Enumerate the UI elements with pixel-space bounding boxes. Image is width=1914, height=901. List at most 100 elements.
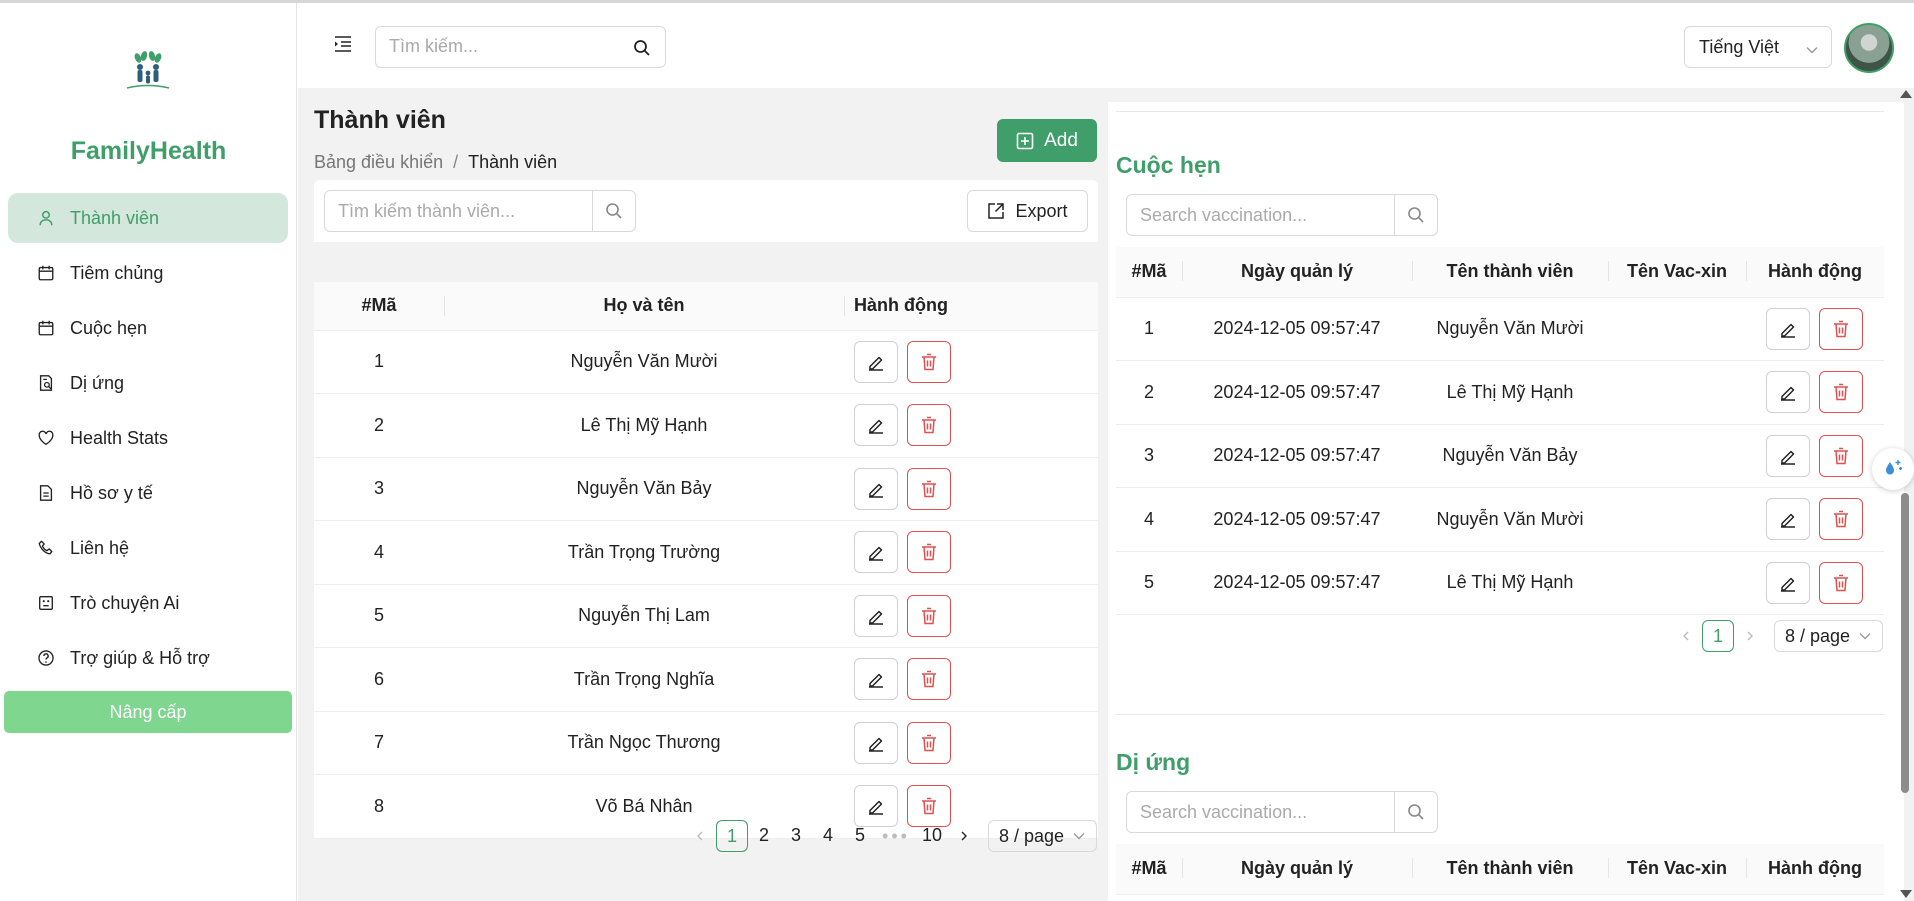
row-actions bbox=[1746, 371, 1884, 414]
breadcrumb-root[interactable]: Bảng điều khiển bbox=[314, 152, 443, 172]
edit-button[interactable] bbox=[854, 721, 898, 764]
export-button[interactable]: Export bbox=[967, 190, 1088, 232]
appointment-search-button[interactable] bbox=[1395, 195, 1437, 235]
chevron-right-icon bbox=[1747, 631, 1753, 641]
appointment-vaccine bbox=[1608, 424, 1746, 488]
scroll-down-arrow-icon[interactable] bbox=[1900, 890, 1912, 898]
appointment-search-input[interactable] bbox=[1127, 195, 1396, 235]
actions-cell bbox=[844, 584, 1098, 648]
page-last[interactable]: 10 bbox=[916, 820, 948, 852]
sidebar-item-allergies[interactable]: Dị ứng bbox=[8, 358, 288, 408]
edit-button[interactable] bbox=[854, 531, 898, 574]
add-member-button[interactable]: Add bbox=[997, 119, 1097, 162]
row-actions bbox=[844, 340, 1098, 383]
sidebar-item-ai-chat[interactable]: Trò chuyện Ai bbox=[8, 578, 288, 628]
page-5[interactable]: 5 bbox=[844, 820, 876, 852]
actions-cell bbox=[844, 330, 1098, 394]
sidebar-item-help-support[interactable]: Trợ giúp & Hỗ trợ bbox=[8, 633, 288, 683]
next-page-button[interactable] bbox=[1734, 620, 1766, 652]
actions-cell bbox=[1746, 551, 1884, 615]
global-search-input[interactable] bbox=[389, 27, 629, 65]
appointment-member: Lê Thị Mỹ Hạnh bbox=[1412, 551, 1608, 615]
allergy-search-input[interactable] bbox=[1127, 792, 1396, 832]
page-2[interactable]: 2 bbox=[748, 820, 780, 852]
edit-icon bbox=[869, 610, 883, 625]
delete-button[interactable] bbox=[1819, 561, 1863, 604]
prev-page-button[interactable] bbox=[1670, 620, 1702, 652]
search-icon bbox=[1408, 207, 1424, 223]
page-1[interactable]: 1 bbox=[1702, 620, 1734, 652]
delete-button[interactable] bbox=[907, 340, 951, 383]
trash-icon bbox=[922, 671, 936, 688]
table-row: 3 Nguyễn Văn Bảy bbox=[314, 457, 1098, 521]
water-drop-sparkle-icon[interactable] bbox=[1872, 448, 1914, 490]
delete-button[interactable] bbox=[907, 404, 951, 447]
vertical-scrollbar[interactable] bbox=[1896, 88, 1914, 901]
appointment-date: 2024-12-05 09:57:47 bbox=[1182, 297, 1412, 361]
edit-icon bbox=[869, 483, 883, 498]
delete-button[interactable] bbox=[907, 594, 951, 637]
page-size-select[interactable]: 8 / page bbox=[988, 820, 1098, 852]
column-header: Tên Vac-xin bbox=[1608, 844, 1746, 895]
page-3[interactable]: 3 bbox=[780, 820, 812, 852]
upgrade-button[interactable]: Nâng cấp bbox=[4, 691, 292, 733]
scrollbar-thumb[interactable] bbox=[1901, 493, 1909, 793]
avatar[interactable] bbox=[1844, 23, 1894, 73]
page-ellipsis[interactable]: ••• bbox=[876, 826, 916, 847]
delete-button[interactable] bbox=[1819, 307, 1863, 350]
delete-button[interactable] bbox=[1819, 498, 1863, 541]
member-search-input[interactable] bbox=[325, 191, 594, 231]
sidebar-item-medical-records[interactable]: Hồ sơ y tế bbox=[8, 468, 288, 518]
appointment-member: Lê Thị Mỹ Hạnh bbox=[1412, 360, 1608, 425]
delete-button[interactable] bbox=[907, 721, 951, 764]
delete-button[interactable] bbox=[907, 531, 951, 574]
edit-button[interactable] bbox=[1766, 307, 1810, 350]
prev-page-button[interactable] bbox=[684, 820, 716, 852]
sidebar-item-appointments[interactable]: Cuộc hẹn bbox=[8, 303, 288, 353]
column-header: Hành động bbox=[1746, 247, 1884, 298]
page-1[interactable]: 1 bbox=[716, 820, 748, 852]
member-id: 6 bbox=[314, 647, 444, 712]
sidebar-item-health-stats[interactable]: Health Stats bbox=[8, 413, 288, 463]
edit-icon bbox=[1781, 450, 1795, 465]
row-actions bbox=[844, 404, 1098, 447]
edit-button[interactable] bbox=[1766, 561, 1810, 604]
member-name: Nguyễn Thị Lam bbox=[444, 584, 844, 648]
table-row: 5 2024-12-05 09:57:47 Lê Thị Mỹ Hạnh bbox=[1116, 551, 1884, 615]
scroll-up-arrow-icon[interactable] bbox=[1900, 90, 1912, 98]
page-4[interactable]: 4 bbox=[812, 820, 844, 852]
member-name: Trần Trọng Nghĩa bbox=[444, 647, 844, 712]
next-page-button[interactable] bbox=[948, 820, 980, 852]
help-icon bbox=[36, 648, 56, 668]
sidebar-item-contact[interactable]: Liên hệ bbox=[8, 523, 288, 573]
edit-button[interactable] bbox=[1766, 371, 1810, 414]
edit-button[interactable] bbox=[1766, 498, 1810, 541]
member-search-button[interactable] bbox=[593, 191, 635, 231]
edit-button[interactable] bbox=[854, 340, 898, 383]
edit-button[interactable] bbox=[854, 594, 898, 637]
appointment-id: 2 bbox=[1116, 360, 1182, 425]
delete-button[interactable] bbox=[1819, 434, 1863, 477]
search-icon[interactable] bbox=[633, 39, 651, 57]
user-icon bbox=[36, 208, 56, 228]
edit-button[interactable] bbox=[854, 467, 898, 510]
edit-button[interactable] bbox=[854, 658, 898, 701]
member-name: Lê Thị Mỹ Hạnh bbox=[444, 393, 844, 458]
delete-button[interactable] bbox=[1819, 371, 1863, 414]
sidebar-item-members[interactable]: Thành viên bbox=[8, 193, 288, 243]
menu-fold-icon[interactable] bbox=[332, 33, 354, 55]
page-size-select[interactable]: 8 / page bbox=[1774, 620, 1884, 652]
allergy-search-button[interactable] bbox=[1395, 792, 1437, 832]
delete-button[interactable] bbox=[907, 467, 951, 510]
column-header: #Mã bbox=[1116, 844, 1182, 895]
edit-button[interactable] bbox=[1766, 434, 1810, 477]
row-actions bbox=[1746, 498, 1884, 541]
sidebar-item-label: Dị ứng bbox=[70, 372, 125, 393]
edit-button[interactable] bbox=[854, 404, 898, 447]
edit-icon bbox=[869, 801, 883, 815]
sidebar-item-vaccination[interactable]: Tiêm chủng bbox=[8, 248, 288, 298]
search-icon bbox=[1408, 804, 1424, 820]
delete-button[interactable] bbox=[907, 658, 951, 701]
calendar-icon bbox=[36, 263, 56, 283]
language-select[interactable]: Tiếng Việt bbox=[1684, 26, 1832, 68]
